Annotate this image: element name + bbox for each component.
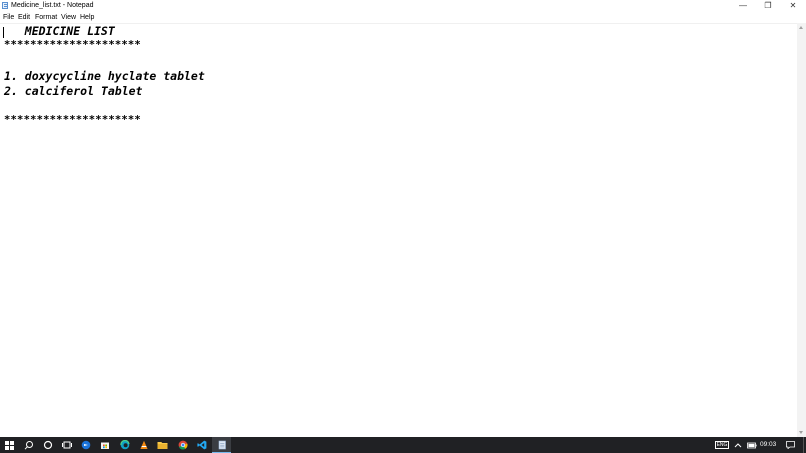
scroll-down-icon[interactable] (799, 431, 803, 434)
title-bar: Medicine_list.txt - Notepad — ❐ ✕ (0, 0, 806, 12)
notifications-icon[interactable] (783, 437, 797, 453)
notepad-icon[interactable] (212, 437, 231, 453)
menu-edit[interactable]: Edit (18, 13, 30, 23)
clock[interactable]: 09:03 (760, 437, 776, 453)
file-explorer-icon[interactable] (153, 437, 172, 453)
doc-bottom-rule: ********************* (4, 114, 141, 126)
maximize-button[interactable]: ❐ (756, 0, 780, 12)
text-editor[interactable]: MEDICINE LIST ********************* 1. d… (0, 23, 797, 437)
menu-view[interactable]: View (61, 13, 76, 23)
cortana-icon[interactable] (38, 437, 57, 453)
start-icon[interactable] (0, 437, 19, 453)
show-hidden-icons[interactable] (732, 437, 744, 453)
menu-format[interactable]: Format (35, 13, 57, 23)
doc-item-1: 1. doxycycline hyclate tablet (4, 69, 205, 83)
vertical-scrollbar[interactable] (797, 23, 806, 437)
taskbar: ENG 09:03 (0, 437, 806, 453)
menu-help[interactable]: Help (80, 13, 94, 23)
notepad-app-icon (2, 2, 8, 9)
vscode-icon[interactable] (192, 437, 211, 453)
store-icon[interactable] (95, 437, 114, 453)
doc-top-rule: ********************* (4, 39, 141, 51)
edge-icon[interactable] (115, 437, 134, 453)
vlc-icon[interactable] (134, 437, 153, 453)
search-icon[interactable] (19, 437, 38, 453)
doc-item-2: 2. calciferol Tablet (4, 84, 143, 98)
task-view-icon[interactable] (57, 437, 76, 453)
scroll-up-icon[interactable] (799, 26, 803, 29)
menu-file[interactable]: File (3, 13, 14, 23)
app-blue-icon[interactable] (76, 437, 95, 453)
minimize-button[interactable]: — (731, 0, 755, 12)
window-title: Medicine_list.txt - Notepad (11, 2, 94, 9)
close-button[interactable]: ✕ (781, 0, 805, 12)
keyboard-label: ENG (714, 441, 730, 449)
keyboard-language-icon[interactable]: ENG (714, 437, 730, 453)
menu-bar: File Edit Format View Help (0, 12, 806, 23)
battery-icon[interactable] (745, 437, 758, 453)
chrome-icon[interactable] (173, 437, 192, 453)
doc-heading: MEDICINE LIST (4, 24, 115, 38)
